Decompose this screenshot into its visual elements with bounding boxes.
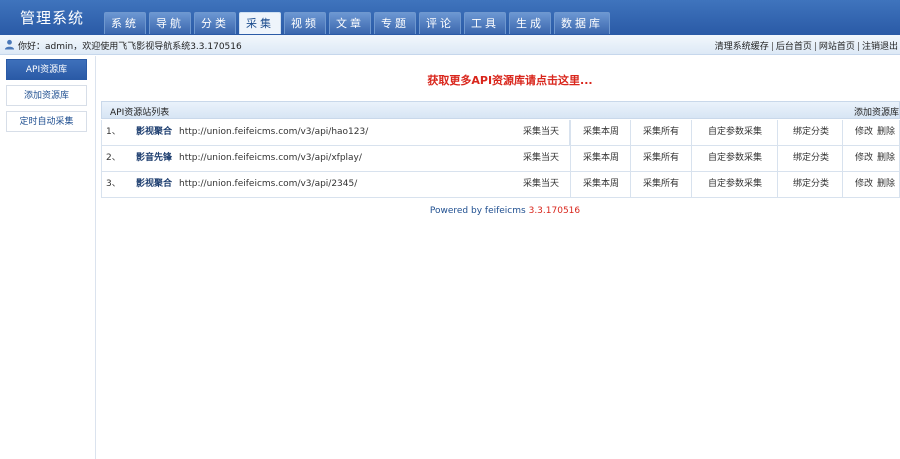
source-url: http://union.feifeicms.com/v3/api/2345/ [179, 179, 358, 189]
custom-collect-button[interactable]: 自定参数采集 [708, 120, 762, 145]
row-number: 2、 [106, 153, 121, 163]
table-row: 3、 影视聚合 http://union.feifeicms.com/v3/ap… [101, 172, 900, 198]
nav-tab-system[interactable]: 系统 [104, 12, 146, 34]
row-number: 1、 [106, 127, 121, 137]
collect-today-button[interactable]: 采集当天 [523, 146, 559, 171]
nav-tab-database[interactable]: 数据库 [554, 12, 610, 34]
sidebar-item-add-library[interactable]: 添加资源库 [6, 85, 87, 106]
nav-tab-collect[interactable]: 采集 [239, 12, 281, 34]
edit-button[interactable]: 修改 [855, 146, 873, 171]
nav-tab-generate[interactable]: 生成 [509, 12, 551, 34]
clear-cache-link[interactable]: 清理系统缓存 [715, 42, 769, 52]
table-row: 1、 影视聚合 http://union.feifeicms.com/v3/ap… [101, 120, 900, 146]
edit-button[interactable]: 修改 [855, 120, 873, 145]
nav-tab-video[interactable]: 视频 [284, 12, 326, 34]
source-name: 影音先锋 [136, 153, 173, 163]
collect-all-button[interactable]: 采集所有 [643, 146, 679, 171]
table-row: 2、 影音先锋 http://union.feifeicms.com/v3/ap… [101, 146, 900, 172]
nav-tab-tools[interactable]: 工具 [464, 12, 506, 34]
nav-tab-category[interactable]: 分类 [194, 12, 236, 34]
nav-tab-navigation[interactable]: 导航 [149, 12, 191, 34]
delete-button[interactable]: 删除 [877, 146, 895, 171]
admin-home-link[interactable]: 后台首页 [776, 42, 812, 52]
delete-button[interactable]: 删除 [877, 120, 895, 145]
sidebar-item-auto-collect[interactable]: 定时自动采集 [6, 111, 87, 132]
list-title: API资源站列表 [110, 108, 170, 118]
source-name: 影视聚合 [136, 179, 173, 189]
collect-all-button[interactable]: 采集所有 [643, 120, 679, 145]
nav-tab-topic[interactable]: 专题 [374, 12, 416, 34]
welcome-text: 你好：admin，欢迎使用飞飞影视导航系统3.3.170516 [18, 42, 242, 52]
row-number: 3、 [106, 179, 121, 189]
bind-category-button[interactable]: 绑定分类 [793, 120, 829, 145]
edit-button[interactable]: 修改 [855, 172, 873, 197]
source-url: http://union.feifeicms.com/v3/api/xfplay… [179, 153, 362, 163]
footer-version: 3.3.170516 [528, 206, 581, 216]
collect-week-button[interactable]: 采集本周 [583, 120, 619, 145]
footer: Powered by feifeicms 3.3.170516 [300, 206, 710, 216]
collect-all-button[interactable]: 采集所有 [643, 172, 679, 197]
nav-tab-comment[interactable]: 评论 [419, 12, 461, 34]
collect-today-button[interactable]: 采集当天 [523, 120, 559, 145]
add-library-link[interactable]: 添加资源库 [854, 105, 899, 118]
logout-link[interactable]: 注销退出 [862, 42, 898, 52]
top-header: 管理系统 系统 导航 分类 采集 视频 文章 专题 评论 工具 生成 数据库 [0, 0, 900, 35]
user-icon [4, 39, 15, 50]
app-brand: 管理系统 [20, 9, 85, 27]
bind-category-button[interactable]: 绑定分类 [793, 172, 829, 197]
collect-week-button[interactable]: 采集本周 [583, 146, 619, 171]
info-bar: 你好：admin，欢迎使用飞飞影视导航系统3.3.170516 清理系统缓存 | 后… [0, 35, 900, 55]
custom-collect-button[interactable]: 自定参数采集 [708, 146, 762, 171]
promo-link[interactable]: 获取更多API资源库请点击这里... [360, 72, 660, 88]
main-nav: 系统 导航 分类 采集 视频 文章 专题 评论 工具 生成 数据库 [104, 12, 613, 34]
nav-tab-article[interactable]: 文章 [329, 12, 371, 34]
custom-collect-button[interactable]: 自定参数采集 [708, 172, 762, 197]
source-url: http://union.feifeicms.com/v3/api/hao123… [179, 127, 369, 137]
collect-today-button[interactable]: 采集当天 [523, 172, 559, 197]
footer-powered-by: Powered by feifeicms [429, 206, 526, 216]
top-links: 清理系统缓存 | 后台首页 | 网站首页 | 注销退出 [714, 42, 898, 52]
bind-category-button[interactable]: 绑定分类 [793, 146, 829, 171]
collect-week-button[interactable]: 采集本周 [583, 172, 619, 197]
sidebar-item-api-library[interactable]: API资源库 [6, 59, 87, 80]
source-name: 影视聚合 [136, 127, 173, 137]
delete-button[interactable]: 删除 [877, 172, 895, 197]
list-header: API资源站列表 添加资源库 [101, 101, 900, 119]
sidebar: API资源库 添加资源库 定时自动采集 [0, 56, 96, 459]
site-home-link[interactable]: 网站首页 [819, 42, 855, 52]
